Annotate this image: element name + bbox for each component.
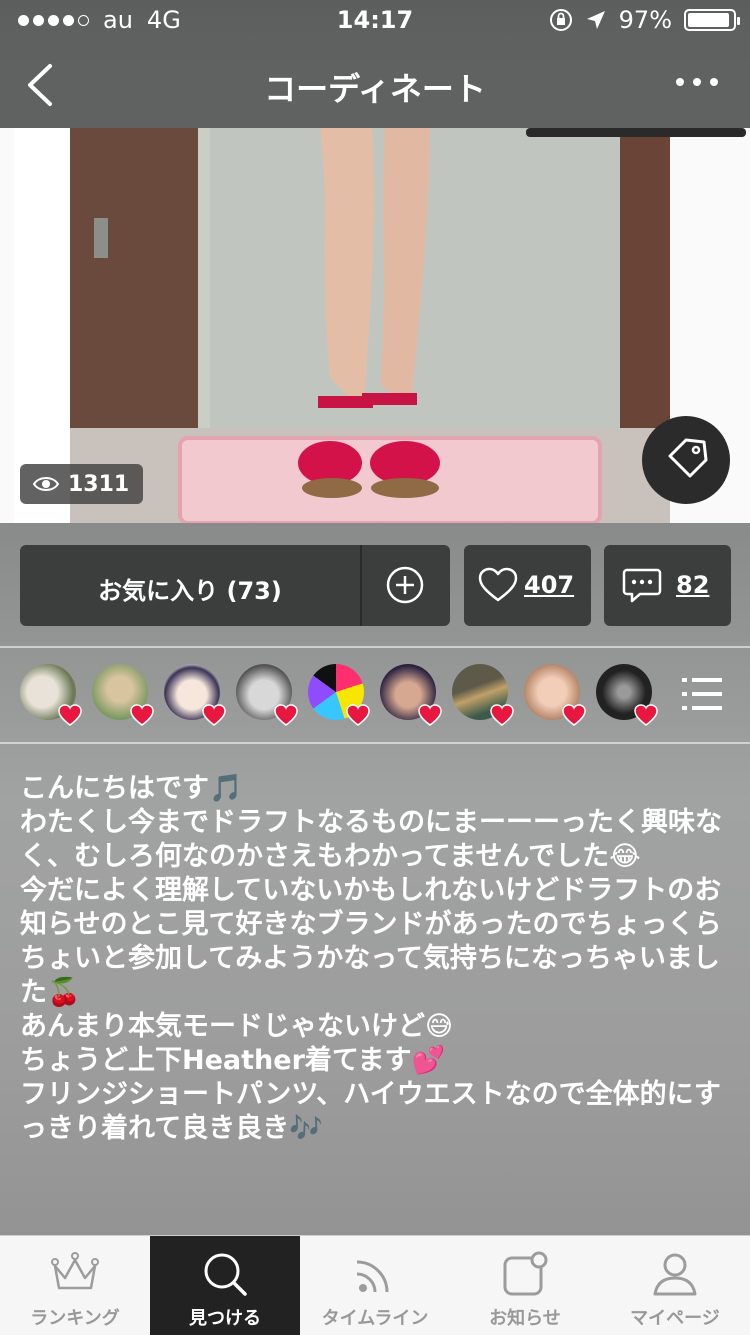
heart-icon	[490, 704, 514, 726]
battery-percent: 97%	[618, 6, 672, 34]
heart-outline-icon	[478, 567, 518, 602]
nav-bar: コーディネート	[0, 40, 750, 128]
liker-avatar[interactable]	[524, 664, 586, 726]
comment-button[interactable]: 82	[604, 545, 731, 626]
description-line: わたくし今までドラフトなるものにまーーーったく興味なく、むしろ何なのかさえもわか…	[20, 807, 722, 872]
description-line: こんにちはです🎵	[20, 773, 243, 804]
heart-icon	[202, 704, 226, 726]
heart-icon	[346, 704, 370, 726]
description-line: 今だによく理解していないかもしれないけどドラフトのお知らせのとこ見て好きなブラン…	[20, 875, 722, 1008]
liker-avatar[interactable]	[164, 664, 226, 726]
heart-icon	[418, 704, 442, 726]
tab-label: マイページ	[630, 1308, 720, 1329]
add-circle-icon[interactable]	[385, 565, 425, 605]
liker-avatar[interactable]	[380, 664, 442, 726]
tab-label: ランキング	[30, 1308, 120, 1329]
favorite-label: お気に入り (73)	[98, 577, 282, 605]
more-dots-icon[interactable]	[674, 74, 720, 90]
battery-icon	[684, 9, 740, 31]
liker-avatar[interactable]	[20, 664, 82, 726]
liker-avatar[interactable]	[236, 664, 298, 726]
favorite-divider	[360, 545, 362, 626]
feed-icon	[356, 1260, 389, 1293]
comment-count: 82	[676, 571, 710, 599]
status-bar: au 4G 14:17 97%	[0, 0, 750, 40]
tab-label: タイムライン	[321, 1308, 429, 1329]
divider-bottom	[0, 742, 750, 744]
liker-avatar[interactable]	[452, 664, 514, 726]
description-line: あんまり本気モードじゃないけど😅	[20, 1011, 454, 1042]
list-icon[interactable]	[682, 676, 722, 712]
tab-discover[interactable]: 見つける	[150, 1236, 300, 1335]
tab-bar: ランキング 見つける タイムライン お知らせ マイページ	[0, 1235, 750, 1335]
description-line: フリンジショートパンツ、ハイウエストなので全体的にすっきり着れて良き良き🎶	[20, 1079, 721, 1144]
tag-button[interactable]	[642, 416, 730, 504]
tab-ranking[interactable]: ランキング	[0, 1236, 150, 1335]
tab-notifications[interactable]: お知らせ	[450, 1236, 600, 1335]
heart-icon	[634, 704, 658, 726]
post-description: こんにちはです🎵 わたくし今までドラフトなるものにまーーーったく興味なく、むしろ…	[20, 772, 732, 1146]
notification-icon	[503, 1251, 548, 1296]
crown-icon	[51, 1252, 99, 1290]
tab-mypage[interactable]: マイページ	[600, 1236, 750, 1335]
like-count: 407	[524, 571, 575, 599]
divider-top	[0, 646, 750, 648]
search-icon	[204, 1253, 247, 1296]
description-line: ちょうど上下Heather着てます💕	[20, 1045, 446, 1076]
liker-avatar[interactable]	[308, 664, 370, 726]
rotation-lock-icon	[549, 9, 572, 31]
page-title: コーディネート	[264, 70, 486, 108]
tab-timeline[interactable]: タイムライン	[300, 1236, 450, 1335]
favorite-button[interactable]: お気に入り (73)	[20, 545, 450, 626]
view-count: 1311	[68, 471, 130, 497]
liker-avatar[interactable]	[92, 664, 154, 726]
heart-icon	[274, 704, 298, 726]
eye-icon	[32, 477, 60, 491]
price-tag-icon	[668, 438, 708, 478]
location-arrow-icon	[586, 11, 605, 29]
heart-icon	[130, 704, 154, 726]
tab-label: お知らせ	[489, 1308, 561, 1329]
liker-avatar[interactable]	[596, 664, 658, 726]
comment-icon	[622, 568, 662, 603]
like-button[interactable]: 407	[464, 545, 591, 626]
heart-icon	[58, 704, 82, 726]
view-count-badge: 1311	[20, 464, 144, 504]
heart-icon	[562, 704, 586, 726]
tab-label: 見つける	[189, 1308, 261, 1329]
person-icon	[653, 1253, 697, 1296]
